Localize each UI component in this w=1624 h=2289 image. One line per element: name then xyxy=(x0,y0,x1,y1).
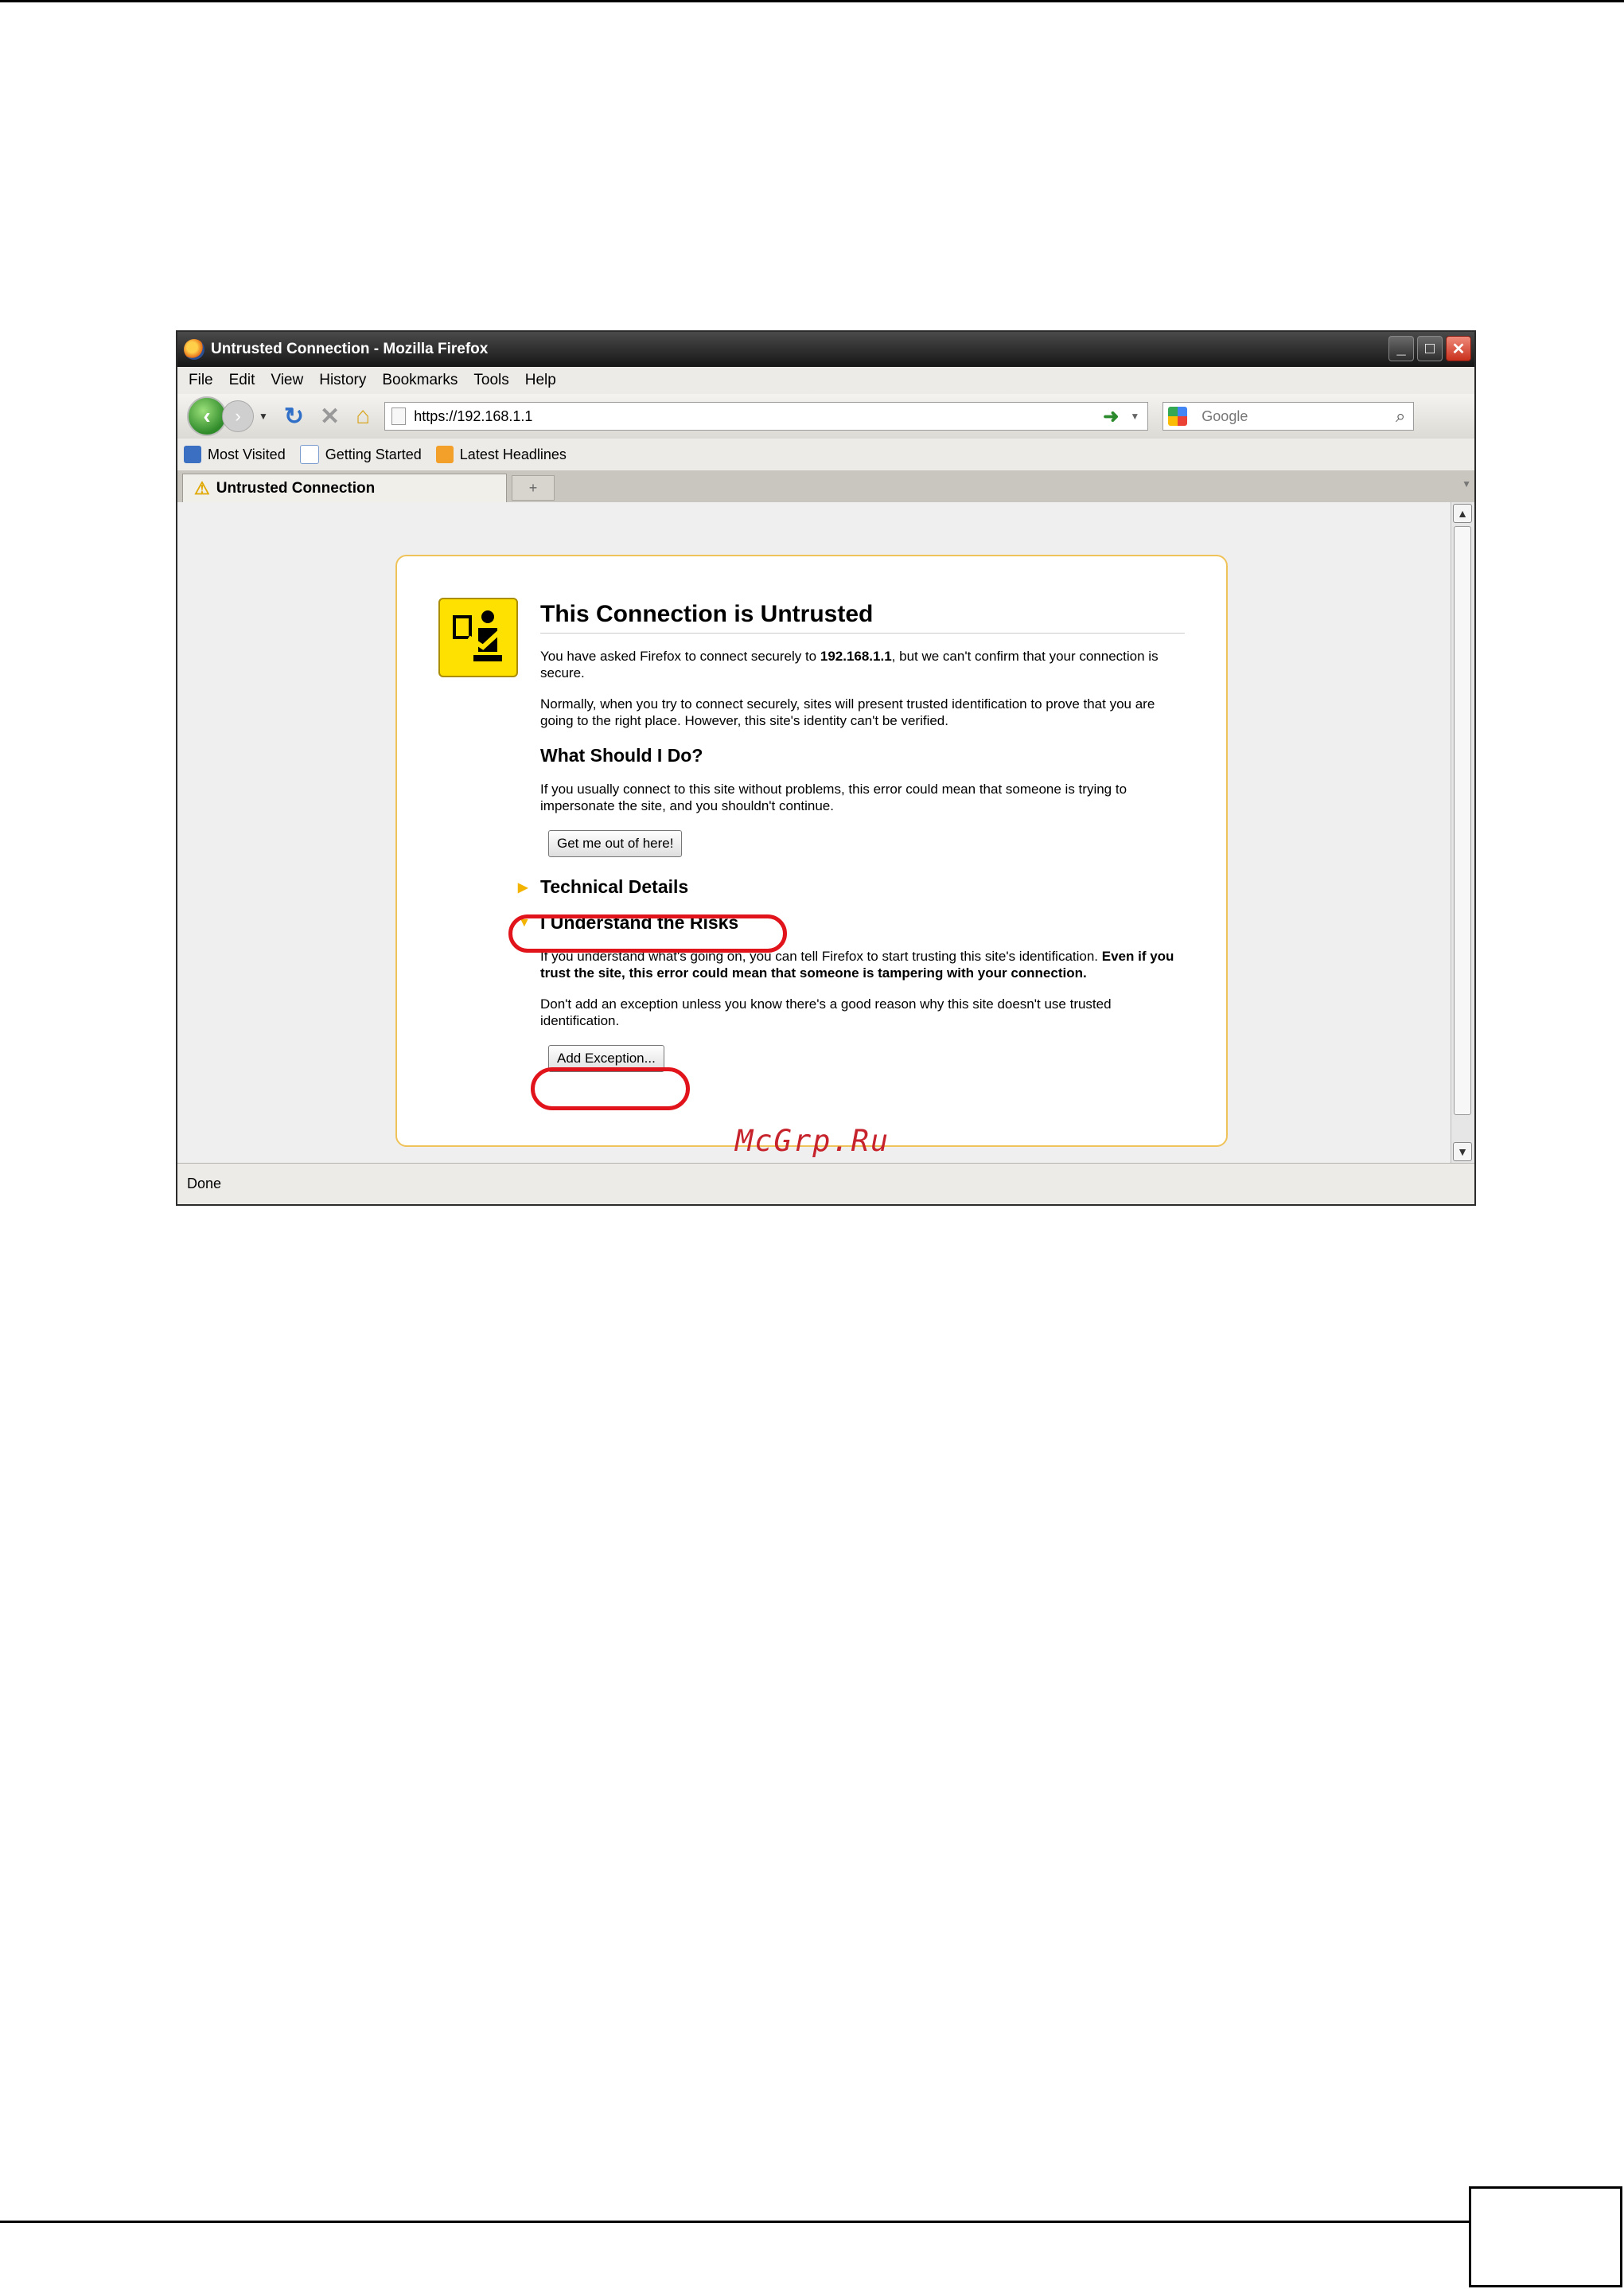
menu-bookmarks[interactable]: Bookmarks xyxy=(382,372,458,389)
technical-details-expander[interactable]: ▶ Technical Details xyxy=(518,876,1185,898)
menu-help[interactable]: Help xyxy=(525,372,556,389)
scroll-down-icon[interactable]: ▼ xyxy=(1453,1142,1472,1161)
bookmark-getting-started[interactable]: Getting Started xyxy=(299,445,422,464)
bookmark-label: Getting Started xyxy=(325,446,422,462)
host-name: 192.168.1.1 xyxy=(820,649,892,664)
title-bar: Untrusted Connection - Mozilla Firefox _… xyxy=(177,332,1474,367)
menu-edit[interactable]: Edit xyxy=(229,372,255,389)
exception-text: Don't add an exception unless you know t… xyxy=(540,996,1112,1028)
rss-feed-icon xyxy=(435,446,454,463)
page-icon xyxy=(391,407,407,425)
tab-list-dropdown-icon[interactable]: ▼ xyxy=(1462,478,1471,489)
watermark: McGrp.Ru xyxy=(735,1124,890,1158)
reload-button[interactable]: ↻ xyxy=(284,403,304,431)
url-bar[interactable]: https://192.168.1.1 ➜ ▼ xyxy=(384,402,1149,431)
warning-icon: ⚠ xyxy=(194,478,210,498)
tab-strip: ⚠ Untrusted Connection + ▼ xyxy=(177,470,1474,503)
tab-label: Untrusted Connection xyxy=(216,479,376,497)
navigation-toolbar: ‹ › ▼ ↻ ✕ ⌂ https://192.168.1.1 ➜ ▼ Goog… xyxy=(177,394,1474,439)
menu-history[interactable]: History xyxy=(319,372,366,389)
close-button[interactable]: ✕ xyxy=(1446,336,1471,361)
bookmark-label: Most Visited xyxy=(208,446,286,462)
back-button[interactable]: ‹ xyxy=(187,396,227,436)
new-tab-button[interactable]: + xyxy=(512,475,555,501)
search-input[interactable]: Google xyxy=(1201,408,1396,425)
scroll-up-icon[interactable]: ▲ xyxy=(1453,504,1472,523)
search-bar[interactable]: Google ⌕ xyxy=(1163,402,1415,431)
what-should-i-do-heading: What Should I Do? xyxy=(540,745,703,766)
url-text[interactable]: https://192.168.1.1 xyxy=(414,408,1103,425)
history-dropdown-icon[interactable]: ▼ xyxy=(259,411,268,422)
google-engine-icon[interactable] xyxy=(1168,407,1188,426)
go-arrow-icon[interactable]: ➜ xyxy=(1103,405,1119,428)
technical-details-label: Technical Details xyxy=(540,876,689,897)
url-dropdown-icon[interactable]: ▼ xyxy=(1130,411,1139,422)
page-number-box xyxy=(1469,2186,1622,2287)
minimize-button[interactable]: _ xyxy=(1388,336,1414,361)
firefox-logo-icon xyxy=(184,339,204,360)
error-panel: This Connection is Untrusted You have as… xyxy=(395,555,1228,1147)
highlight-ring xyxy=(531,1067,690,1110)
status-bar: Done xyxy=(177,1163,1474,1204)
maximize-button[interactable]: □ xyxy=(1417,336,1443,361)
certificate-inspector-icon xyxy=(438,598,518,677)
menu-bar: File Edit View History Bookmarks Tools H… xyxy=(177,367,1474,394)
normally-text: Normally, when you try to connect secure… xyxy=(540,696,1155,728)
search-icon[interactable]: ⌕ xyxy=(1396,406,1405,427)
menu-file[interactable]: File xyxy=(189,372,213,389)
scroll-thumb[interactable] xyxy=(1454,526,1471,1115)
firefox-window: Untrusted Connection - Mozilla Firefox _… xyxy=(176,330,1476,1206)
page-top-rule xyxy=(0,0,1624,2)
tab-untrusted-connection[interactable]: ⚠ Untrusted Connection xyxy=(182,474,507,502)
window-controls: _ □ ✕ xyxy=(1388,336,1471,361)
page-content: This Connection is Untrusted You have as… xyxy=(177,502,1451,1163)
menu-tools[interactable]: Tools xyxy=(473,372,508,389)
collapsed-triangle-icon: ▶ xyxy=(518,880,528,895)
vertical-scrollbar[interactable]: ▲ ▼ xyxy=(1451,502,1474,1163)
page-bottom-rule xyxy=(0,2221,1470,2223)
intro-text: You have asked Firefox to connect secure… xyxy=(540,649,1159,680)
most-visited-icon xyxy=(184,446,201,463)
highlight-ring xyxy=(508,914,787,953)
forward-button[interactable]: › xyxy=(222,400,254,432)
status-text: Done xyxy=(187,1176,222,1191)
what-text: If you usually connect to this site with… xyxy=(540,782,1127,813)
stop-button[interactable]: ✕ xyxy=(320,403,340,431)
error-main: This Connection is Untrusted You have as… xyxy=(518,601,1185,1072)
home-button[interactable]: ⌂ xyxy=(356,403,370,430)
bookmark-most-visited[interactable]: Most Visited xyxy=(184,446,286,463)
bookmarks-toolbar: Most Visited Getting Started Latest Head… xyxy=(177,439,1474,470)
bookmark-label: Latest Headlines xyxy=(459,446,567,462)
menu-view[interactable]: View xyxy=(271,372,303,389)
error-title: This Connection is Untrusted xyxy=(540,601,1185,634)
page-icon xyxy=(299,445,319,464)
window-title: Untrusted Connection - Mozilla Firefox xyxy=(211,341,489,357)
risks-text: If you understand what's going on, you c… xyxy=(540,949,1174,981)
bookmark-latest-headlines[interactable]: Latest Headlines xyxy=(435,446,567,463)
get-me-out-button[interactable]: Get me out of here! xyxy=(548,830,683,857)
